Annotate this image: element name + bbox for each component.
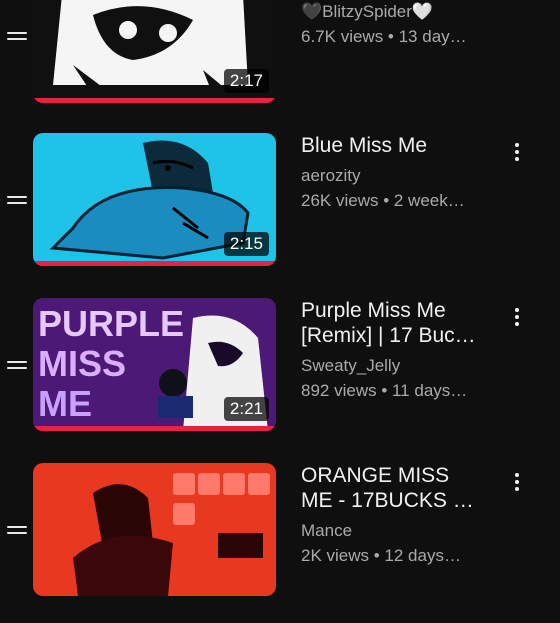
thumbnail-art xyxy=(33,463,276,596)
video-title-line: [Remix] | 17 Buc… xyxy=(301,324,476,347)
video-thumbnail[interactable]: PURPLE MISS ME 2:21 xyxy=(33,298,276,431)
more-vert-icon[interactable] xyxy=(509,143,525,165)
thumbnail-text: ME xyxy=(38,383,92,424)
watch-progress-bar xyxy=(33,98,276,103)
duration-badge: 2:17 xyxy=(223,69,269,93)
playlist-item[interactable]: ORANGE MISS ME - 17BUCKS … Mance 2K view… xyxy=(0,463,560,623)
channel-name: Sweaty_Jelly xyxy=(301,356,401,375)
video-title[interactable]: Blue Miss Me xyxy=(301,133,509,158)
video-thumbnail[interactable] xyxy=(33,463,276,596)
thumbnail-text: PURPLE xyxy=(38,303,184,344)
video-title-line: ORANGE MISS xyxy=(301,464,450,487)
video-meta: 892 views • 11 days… xyxy=(301,381,468,400)
video-title-line: ME - 17BUCKS … xyxy=(301,489,474,512)
watch-progress-bar xyxy=(33,426,276,431)
video-title[interactable]: Purple Miss Me [Remix] | 17 Buc… xyxy=(301,298,509,348)
video-meta: 6.7K views • 13 day… xyxy=(301,27,467,46)
video-title-line: Purple Miss Me xyxy=(301,299,446,322)
video-meta: 2K views • 12 days… xyxy=(301,546,461,565)
duration-badge: 2:21 xyxy=(223,397,269,421)
channel-name: Mance xyxy=(301,521,353,540)
video-meta: 26K views • 2 week… xyxy=(301,191,465,210)
drag-handle-icon[interactable] xyxy=(7,526,27,536)
channel-name: aerozity xyxy=(301,166,361,185)
drag-handle-icon[interactable] xyxy=(7,32,27,42)
drag-handle-icon[interactable] xyxy=(7,361,27,371)
channel-name: 🖤BlitzySpider🤍 xyxy=(301,2,434,21)
video-title[interactable]: ORANGE MISS ME - 17BUCKS … xyxy=(301,463,509,513)
video-thumbnail[interactable]: 2:17 xyxy=(33,0,276,103)
more-vert-icon[interactable] xyxy=(509,308,525,330)
playlist-item[interactable]: PURPLE MISS ME 2:21 Purple Miss Me [Remi… xyxy=(0,298,560,458)
playlist-item[interactable]: 2:17 🖤BlitzySpider🤍 6.7K views • 13 day… xyxy=(0,0,560,105)
drag-handle-icon[interactable] xyxy=(7,196,27,206)
video-thumbnail[interactable]: 2:15 xyxy=(33,133,276,266)
duration-badge: 2:15 xyxy=(223,232,269,256)
playlist-item[interactable]: 2:15 Blue Miss Me aerozity 26K views • 2… xyxy=(0,133,560,293)
watch-progress-bar xyxy=(33,261,276,266)
thumbnail-text: MISS xyxy=(38,343,126,384)
more-vert-icon[interactable] xyxy=(509,473,525,495)
